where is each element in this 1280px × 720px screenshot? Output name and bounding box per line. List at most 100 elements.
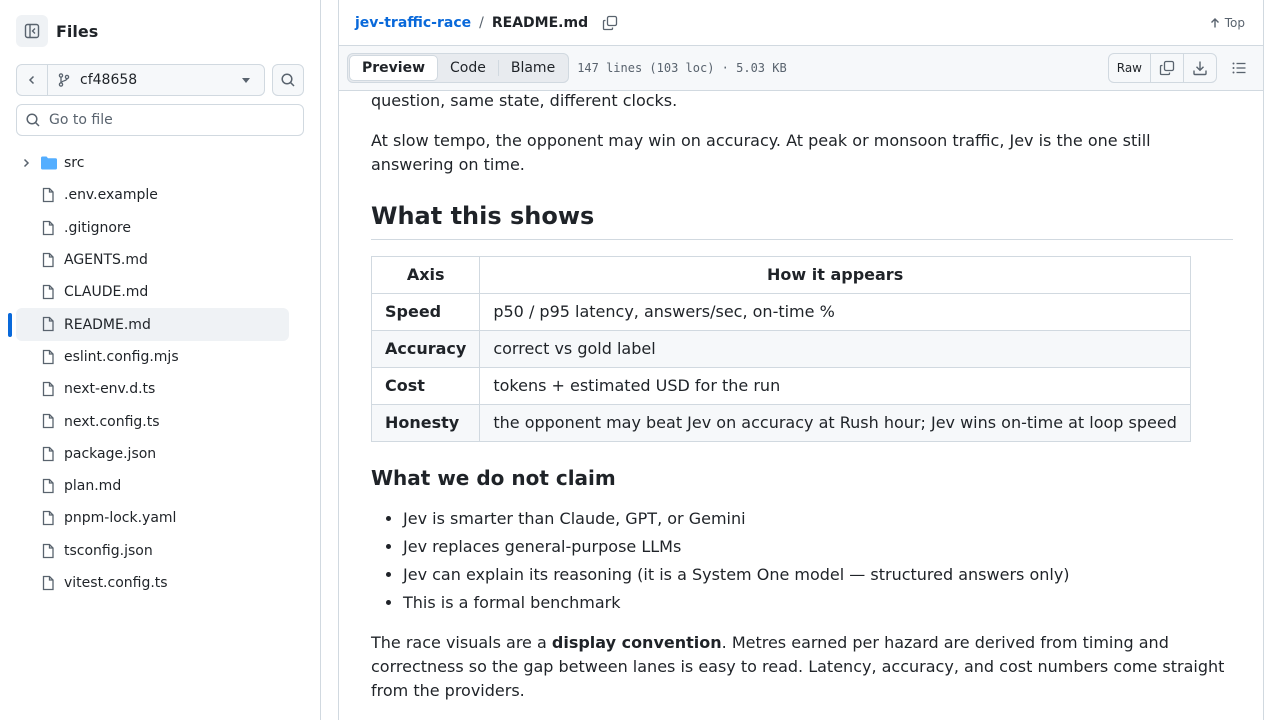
branch-name: cf48658 — [80, 72, 138, 88]
view-mode-tabs: Preview Code Blame — [347, 53, 570, 83]
tree-item-eslint-config[interactable]: eslint.config.mjs — [16, 341, 289, 373]
tree-item-label: vitest.config.ts — [64, 575, 168, 591]
top-link-label: Top — [1224, 15, 1245, 30]
tree-item-label: plan.md — [64, 478, 122, 495]
copy-raw-button[interactable] — [1150, 54, 1183, 82]
heading-what-this-shows: What this shows — [371, 201, 1233, 240]
tree-item-tsconfig[interactable]: tsconfig.json — [16, 535, 289, 567]
branch-selector: cf48658 — [16, 64, 265, 96]
search-icon — [26, 113, 40, 127]
tab-preview[interactable]: Preview — [349, 55, 439, 81]
file-tree-sidebar: Files cf48658 src .env.exam — [0, 0, 321, 720]
tree-item-env-example[interactable]: .env.example — [16, 179, 289, 211]
branch-row: cf48658 — [16, 64, 304, 96]
axis-table: Axis How it appears Speed p50 / p95 late… — [370, 256, 1191, 442]
tree-item-label: .gitignore — [64, 219, 131, 236]
collapse-sidebar-button[interactable] — [16, 15, 48, 47]
tree-item-plan-md[interactable]: plan.md — [16, 470, 289, 502]
folder-icon — [41, 156, 57, 170]
markdown-body: question, same state, different clocks. … — [370, 91, 1233, 719]
sidebar-title: Files — [56, 21, 99, 41]
git-branch-icon — [58, 73, 70, 87]
file-icon — [42, 188, 54, 203]
arrow-up-icon — [1210, 17, 1219, 27]
breadcrumb-repo-link[interactable]: jev-traffic-race — [355, 15, 471, 31]
download-button[interactable] — [1183, 54, 1216, 82]
table-cell: Cost — [370, 367, 481, 405]
tree-item-label: README.md — [64, 316, 151, 333]
tree-item-vitest-config[interactable]: vitest.config.ts — [16, 567, 289, 599]
file-tree: src .env.example .gitignore AGENTS.md CL… — [16, 147, 289, 599]
file-icon — [42, 446, 54, 461]
raw-button[interactable]: Raw — [1109, 54, 1150, 82]
search-button[interactable] — [272, 64, 304, 96]
table-cell: tokens + estimated USD for the run — [479, 367, 1191, 405]
toolbar-actions: Raw — [1107, 53, 1247, 83]
tree-item-label: tsconfig.json — [64, 542, 153, 559]
list-item: This is a formal benchmark — [403, 591, 1233, 615]
table-header-cell: Axis — [370, 256, 481, 294]
chevron-left-icon — [28, 75, 35, 85]
file-icon — [42, 285, 54, 300]
search-icon — [281, 73, 295, 87]
tempo-paragraph: At slow tempo, the opponent may win on a… — [371, 131, 1151, 174]
tree-item-next-env[interactable]: next-env.d.ts — [16, 373, 289, 405]
chevron-right-icon[interactable] — [20, 157, 32, 169]
tree-item-label: AGENTS.md — [64, 252, 148, 269]
tree-item-label: CLAUDE.md — [64, 284, 149, 301]
go-to-file-input[interactable] — [49, 112, 289, 128]
tree-item-claude-md[interactable]: CLAUDE.md — [16, 276, 289, 308]
file-icon — [42, 381, 54, 397]
file-icon — [42, 575, 54, 591]
table-header-cell: How it appears — [479, 256, 1191, 294]
tree-item-next-config[interactable]: next.config.ts — [16, 405, 289, 437]
list-unordered-icon — [1232, 62, 1246, 74]
file-icon — [42, 543, 54, 558]
tree-item-readme-md[interactable]: README.md — [16, 308, 289, 341]
table-cell: Accuracy — [370, 330, 481, 368]
go-to-file-field — [16, 104, 304, 136]
back-button[interactable] — [17, 65, 48, 95]
file-icon — [42, 478, 54, 494]
table-header-row: Axis How it appears — [370, 256, 1191, 294]
file-header: jev-traffic-race / README.md Top — [338, 0, 1264, 45]
tree-item-label: .env.example — [64, 187, 158, 204]
list-item: Jev can explain its reasoning (it is a S… — [403, 563, 1233, 587]
tree-item-label: src — [64, 155, 85, 172]
visuals-text-bold: display convention — [551, 633, 722, 652]
tree-item-agents-md[interactable]: AGENTS.md — [16, 244, 289, 276]
table-cell: the opponent may beat Jev on accuracy at… — [479, 404, 1191, 442]
file-icon — [42, 317, 54, 332]
table-row: Speed p50 / p95 latency, answers/sec, on… — [370, 293, 1191, 331]
tree-item-label: next-env.d.ts — [64, 381, 156, 398]
tree-item-package-json[interactable]: package.json — [16, 438, 289, 470]
tab-code[interactable]: Code — [438, 55, 498, 81]
download-icon — [1193, 61, 1207, 76]
file-icon — [42, 349, 54, 364]
tree-item-gitignore[interactable]: .gitignore — [16, 212, 289, 244]
table-cell: correct vs gold label — [479, 330, 1191, 368]
copy-icon — [602, 15, 618, 30]
copy-path-button[interactable] — [602, 15, 618, 31]
list-item: Jev replaces general-purpose LLMs — [403, 535, 1233, 559]
tab-blame[interactable]: Blame — [499, 55, 567, 81]
file-icon — [42, 414, 54, 429]
breadcrumb-separator: / — [479, 14, 484, 31]
tree-item-pnpm-lock[interactable]: pnpm-lock.yaml — [16, 502, 289, 534]
table-cell: p50 / p95 latency, answers/sec, on-time … — [479, 293, 1191, 331]
visuals-text-a: The race visuals are a — [371, 633, 552, 652]
file-icon — [42, 511, 54, 526]
heading-what-we-do-not-claim: What we do not claim — [371, 466, 616, 490]
table-row: Accuracy correct vs gold label — [370, 330, 1191, 368]
table-row: Honesty the opponent may beat Jev on acc… — [370, 404, 1191, 442]
file-toolbar: Preview Code Blame 147 lines (103 loc) ·… — [338, 45, 1264, 91]
table-cell: Speed — [370, 293, 481, 331]
top-link[interactable]: Top — [1209, 16, 1245, 30]
claims-list: Jev is smarter than Claude, GPT, or Gemi… — [371, 507, 1233, 615]
branch-dropdown[interactable]: cf48658 — [48, 65, 264, 95]
active-item-indicator — [8, 313, 12, 337]
file-icon — [42, 252, 54, 268]
outline-button[interactable] — [1231, 60, 1247, 76]
tree-item-src[interactable]: src — [16, 147, 289, 179]
tree-item-label: eslint.config.mjs — [64, 348, 179, 365]
